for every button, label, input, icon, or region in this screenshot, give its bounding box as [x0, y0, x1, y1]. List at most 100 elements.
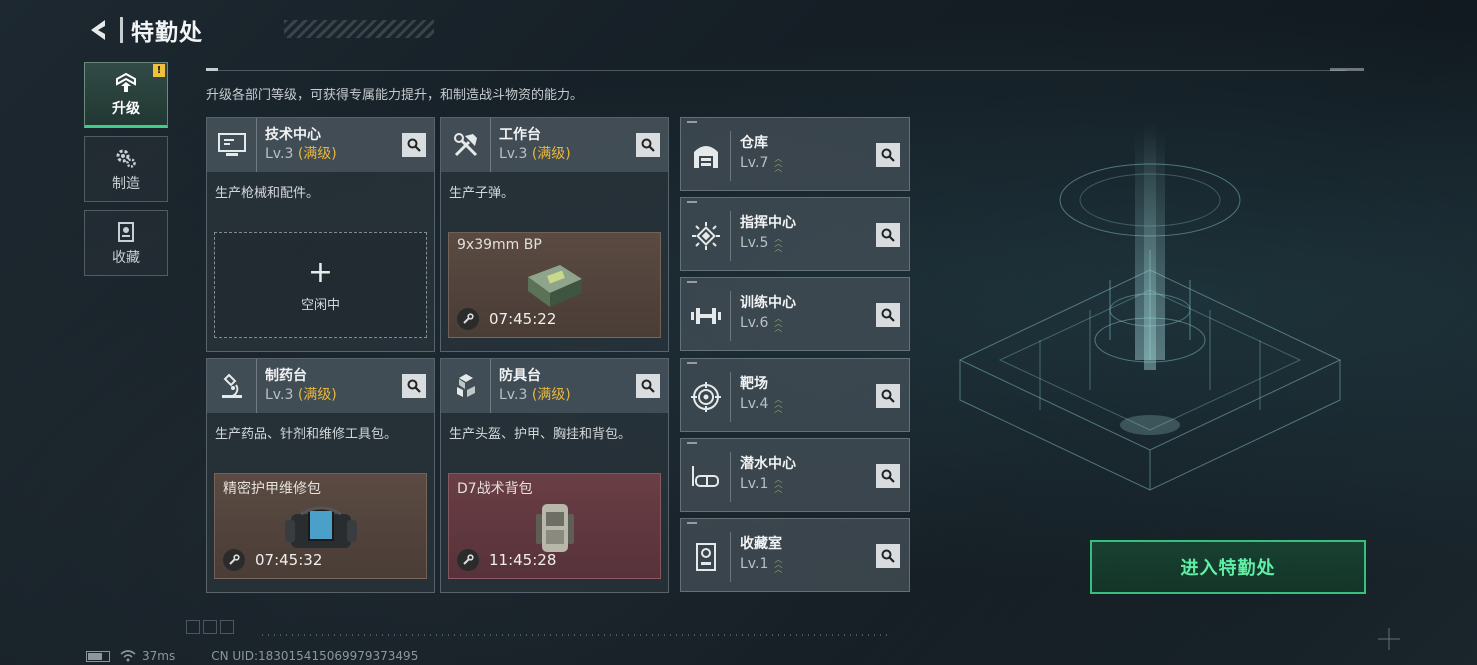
item-name: 精密护甲维修包 [223, 481, 321, 497]
search-icon [881, 389, 895, 403]
level-value: Lv.1 [740, 476, 769, 492]
corner-crosshair-icon [1378, 628, 1400, 650]
page-title: 特勤处 [131, 20, 203, 46]
nav-collection[interactable]: 收藏 [84, 210, 168, 276]
dumbbell-icon [681, 291, 731, 341]
search-button[interactable] [876, 143, 900, 167]
wrench-icon [223, 549, 245, 571]
upgrade-chevron-icon: ︿ ︿ ︿ [774, 233, 783, 253]
card-header: 防具台 Lv.3 (满级) [441, 359, 668, 413]
production-timer: 07:45:32 [223, 549, 322, 571]
building-card-diving-center[interactable]: 潜水中心 Lv.1 ︿ ︿ ︿ [680, 438, 910, 512]
building-card-command-center[interactable]: 指挥中心 Lv.5 ︿ ︿ ︿ [680, 197, 910, 271]
search-button[interactable] [402, 374, 426, 398]
level-value: Lv.3 [499, 387, 528, 403]
diving-mask-icon [681, 452, 731, 502]
building-card-training-center[interactable]: 训练中心 Lv.6 ︿ ︿ ︿ [680, 277, 910, 351]
search-button[interactable] [876, 544, 900, 568]
status-bar: 37ms CN UID:183015415069979373495 [86, 649, 418, 663]
building-name: 潜水中心 [740, 456, 796, 472]
card-header: 工作台 Lv.3 (满级) [441, 118, 668, 172]
ammo-box-image [520, 259, 590, 315]
production-slot-empty[interactable]: + 空闲中 [214, 232, 427, 338]
search-icon [407, 379, 421, 393]
max-level-label: (满级) [531, 387, 571, 403]
back-arrow-icon[interactable] [84, 15, 114, 45]
nav-label: 制造 [112, 175, 140, 192]
search-button[interactable] [876, 303, 900, 327]
nav-upgrade[interactable]: ! 升级 [84, 62, 168, 128]
ping-text: 37ms [142, 649, 176, 663]
level-value: Lv.7 [740, 155, 769, 171]
top-divider [206, 70, 1346, 71]
timer-text: 11:45:28 [489, 551, 557, 569]
building-card-collection-room[interactable]: 收藏室 Lv.1 ︿ ︿ ︿ [680, 518, 910, 592]
search-button[interactable] [636, 133, 660, 157]
timer-text: 07:45:32 [255, 551, 323, 569]
production-slot[interactable]: 精密护甲维修包 07:45:32 [214, 473, 427, 579]
station-description: 生产头盔、护甲、胸挂和背包。 [449, 427, 632, 442]
upgrade-icon [113, 71, 139, 95]
production-slot[interactable]: D7战术背包 11:45:28 [448, 473, 661, 579]
base-hologram-image [930, 110, 1370, 550]
station-card-workbench[interactable]: 工作台 Lv.3 (满级) 生产子弹。 9x39mm BP 07:45:22 [440, 117, 669, 352]
upgrade-chevron-icon: ︿ ︿ ︿ [774, 153, 783, 173]
search-button[interactable] [876, 464, 900, 488]
search-button[interactable] [876, 384, 900, 408]
top-divider-cap [1330, 68, 1364, 71]
timer-text: 07:45:22 [489, 310, 557, 328]
building-name: 仓库 [740, 135, 768, 151]
search-button[interactable] [636, 374, 660, 398]
wrench-icon [457, 549, 479, 571]
production-slot[interactable]: 9x39mm BP 07:45:22 [448, 232, 661, 338]
search-icon [881, 148, 895, 162]
station-card-armor-bench[interactable]: 防具台 Lv.3 (满级) 生产头盔、护甲、胸挂和背包。 D7战术背包 11:4… [440, 358, 669, 593]
microscope-icon [207, 359, 257, 413]
header-divider [120, 17, 123, 43]
building-level: Lv.4 ︿ ︿ ︿ [740, 393, 782, 415]
search-button[interactable] [876, 223, 900, 247]
target-icon [681, 372, 731, 422]
wifi-icon [120, 650, 136, 662]
search-icon [407, 138, 421, 152]
building-card-shooting-range[interactable]: 靶场 Lv.4 ︿ ︿ ︿ [680, 358, 910, 432]
search-icon [881, 469, 895, 483]
search-icon [641, 379, 655, 393]
building-level: Lv.7 ︿ ︿ ︿ [740, 152, 782, 174]
card-header: 制药台 Lv.3 (满级) [207, 359, 434, 413]
level-value: Lv.1 [740, 556, 769, 572]
side-nav: ! 升级 制造 收藏 [84, 62, 170, 284]
station-card-pharmacy[interactable]: 制药台 Lv.3 (满级) 生产药品、针剂和维修工具包。 精密护甲维修包 07:… [206, 358, 435, 593]
plus-icon: + [307, 254, 334, 290]
warehouse-icon [681, 131, 731, 181]
hammer-wrench-icon [441, 118, 491, 172]
nav-craft[interactable]: 制造 [84, 136, 168, 202]
search-icon [641, 138, 655, 152]
search-button[interactable] [402, 133, 426, 157]
search-icon [881, 228, 895, 242]
building-card-warehouse[interactable]: 仓库 Lv.7 ︿ ︿ ︿ [680, 117, 910, 191]
station-card-tech-center[interactable]: 技术中心 Lv.3 (满级) 生产枪械和配件。 + 空闲中 [206, 117, 435, 352]
computer-icon [207, 118, 257, 172]
max-level-label: (满级) [297, 146, 337, 162]
station-description: 生产枪械和配件。 [215, 186, 320, 201]
enter-special-ops-button[interactable]: 进入特勤处 [1090, 540, 1366, 594]
level-value: Lv.5 [740, 235, 769, 251]
building-level: Lv.1 ︿ ︿ ︿ [740, 473, 796, 495]
item-name: 9x39mm BP [457, 237, 542, 253]
upgrade-chevron-icon: ︿ ︿ ︿ [774, 474, 783, 494]
item-name: D7战术背包 [457, 481, 533, 497]
level-value: Lv.3 [265, 146, 294, 162]
station-description: 生产子弹。 [449, 186, 515, 201]
collection-icon [681, 532, 731, 582]
wrench-icon [457, 308, 479, 330]
search-icon [881, 308, 895, 322]
cubes-icon [441, 359, 491, 413]
uid-text: CN UID:183015415069979373495 [211, 649, 419, 663]
subtitle: 升级各部门等级，可获得专属能力提升，和制造战斗物资的能力。 [206, 88, 584, 103]
enter-button-label: 进入特勤处 [1180, 558, 1276, 579]
building-level: Lv.5 ︿ ︿ ︿ [740, 232, 796, 254]
bottom-tick-rule [262, 634, 892, 636]
card-header: 技术中心 Lv.3 (满级) [207, 118, 434, 172]
gears-icon [113, 146, 139, 170]
